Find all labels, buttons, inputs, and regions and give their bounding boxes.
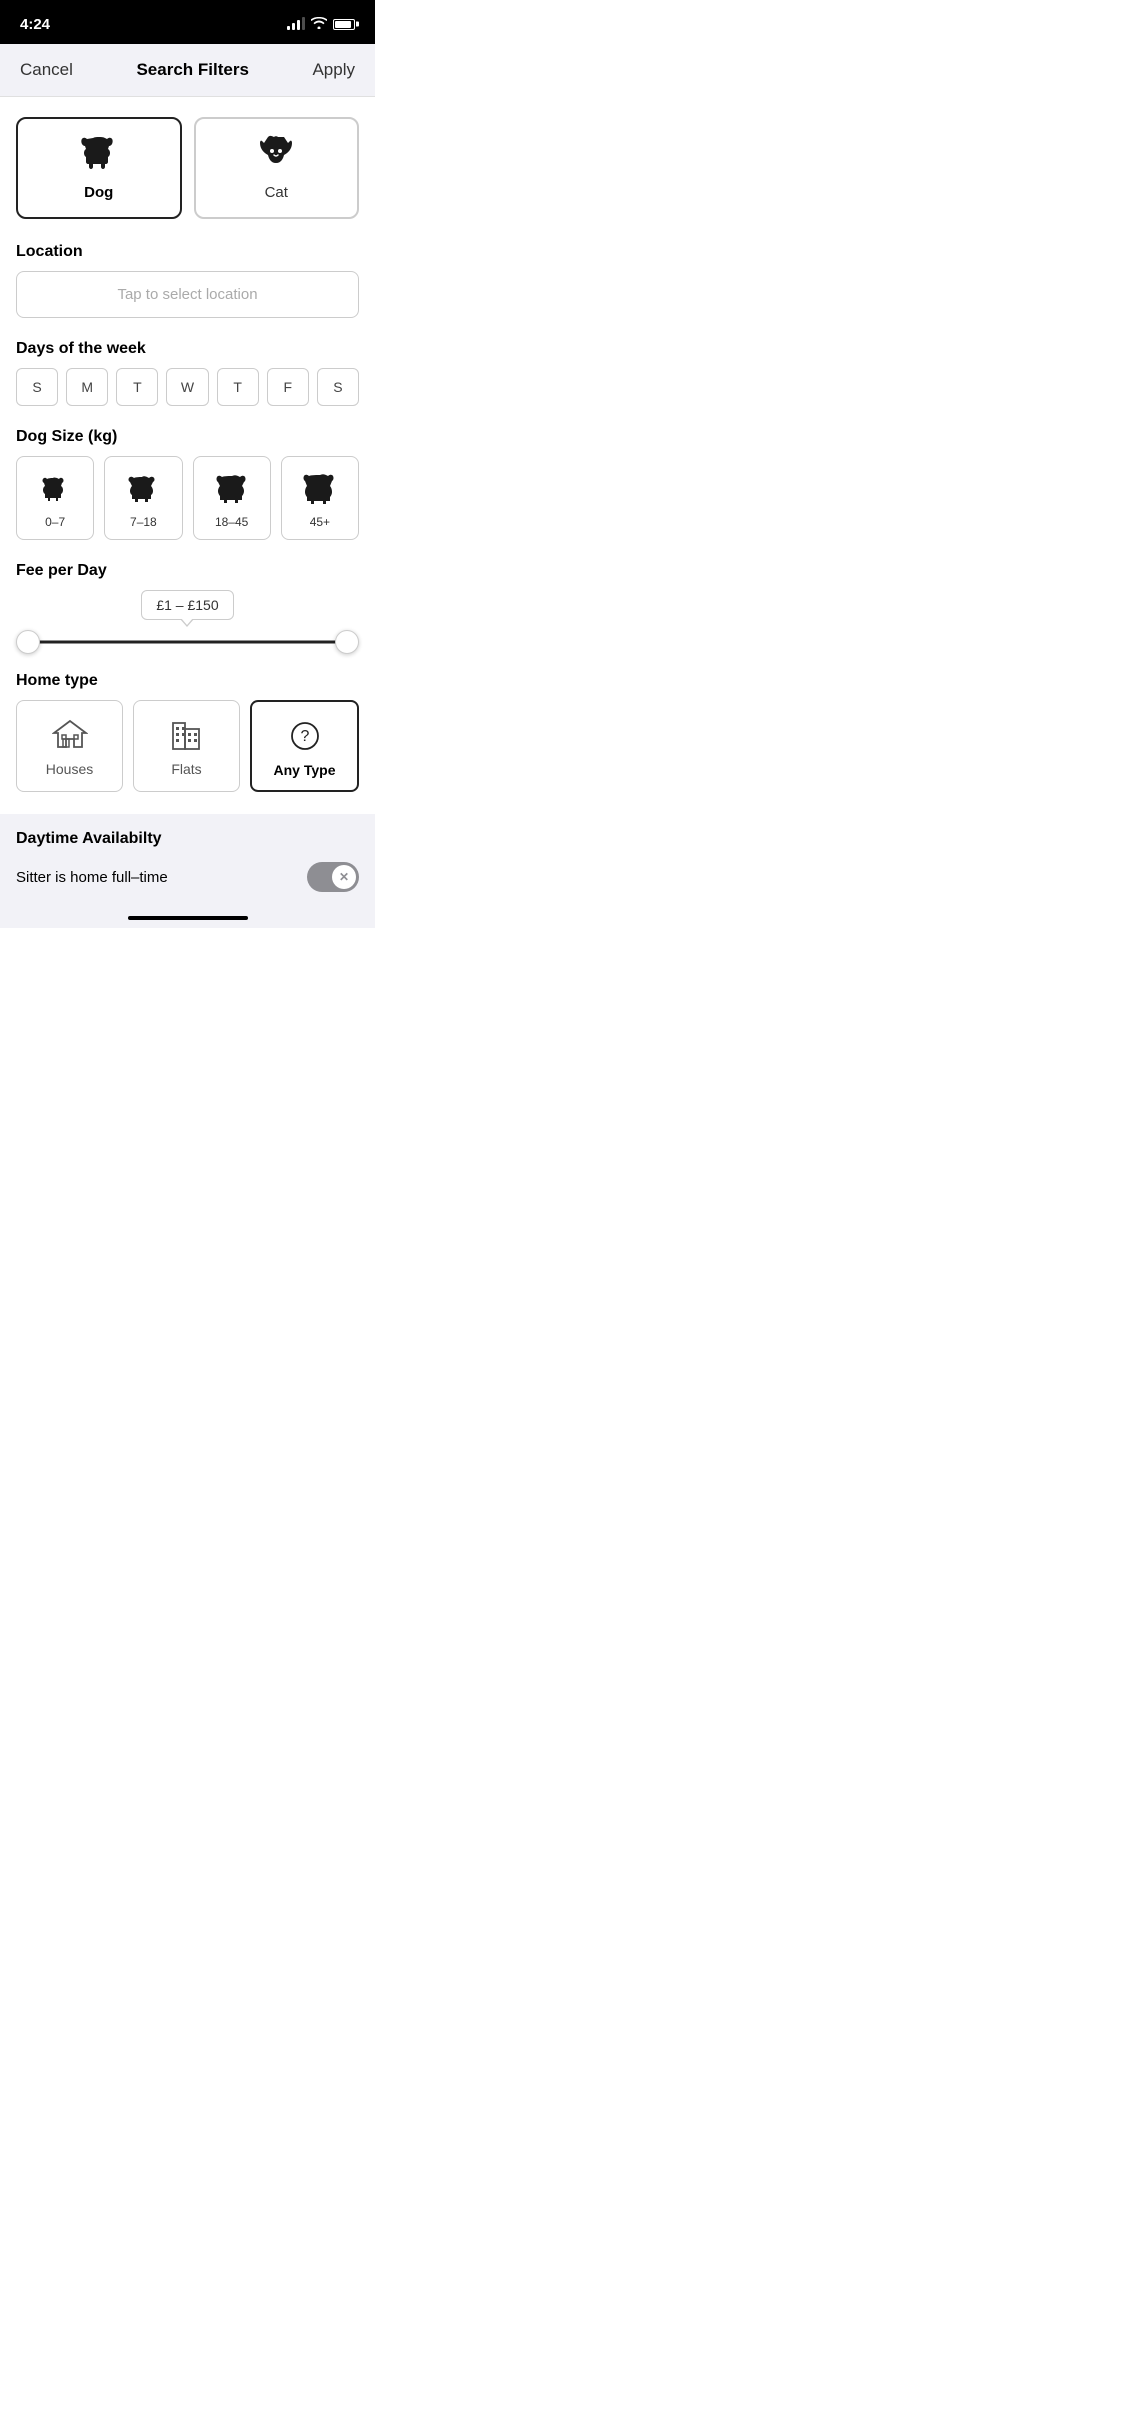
home-type-row: Houses Flats [16,700,359,792]
flats-label: Flats [171,761,201,777]
home-indicator [16,908,359,928]
medium-dog-icon [125,471,161,507]
any-type-icon: ? [287,718,323,754]
status-icons [287,17,355,32]
fee-display: £1 – £150 [141,590,233,620]
toggle-x-icon: ✕ [332,865,356,889]
dog-size-label: Dog Size (kg) [16,428,359,446]
pet-type-selector: Dog Cat [16,117,359,219]
day-wednesday[interactable]: W [166,368,208,406]
dog-size-row: 0–7 7–18 18–45 45+ [16,456,359,540]
size-large[interactable]: 18–45 [193,456,271,540]
status-bar: 4:24 [0,0,375,44]
any-type-label: Any Type [274,762,336,778]
main-content: Dog Cat Location Tap to select location … [0,97,375,948]
home-indicator-bar [128,916,248,920]
sitter-home-toggle[interactable]: ✕ [307,862,359,892]
location-input[interactable]: Tap to select location [16,271,359,318]
signal-icon [287,18,305,30]
daytime-title: Daytime Availabilty [16,830,359,848]
xlarge-dog-icon [302,471,338,507]
house-icon [52,717,88,753]
cat-icon [256,135,296,176]
sitter-home-text: Sitter is home full–time [16,869,168,886]
slider-track [28,641,347,644]
daytime-section: Daytime Availabilty Sitter is home full–… [0,814,375,928]
location-label: Location [16,243,359,261]
daytime-row: Sitter is home full–time ✕ [16,862,359,908]
size-xlarge[interactable]: 45+ [281,456,359,540]
dog-size-section: Dog Size (kg) 0–7 7–18 18–45 [16,428,359,540]
day-sunday[interactable]: S [16,368,58,406]
home-type-flats[interactable]: Flats [133,700,240,792]
day-thursday[interactable]: T [217,368,259,406]
svg-text:?: ? [300,728,309,745]
day-monday[interactable]: M [66,368,108,406]
home-type-any[interactable]: ? Any Type [250,700,359,792]
pet-option-dog[interactable]: Dog [16,117,182,219]
fee-slider[interactable] [16,628,359,656]
status-time: 4:24 [20,16,50,33]
dog-label: Dog [84,184,113,201]
size-medium[interactable]: 7–18 [104,456,182,540]
nav-bar: Cancel Search Filters Apply [0,44,375,97]
apply-button[interactable]: Apply [312,60,355,80]
day-tuesday[interactable]: T [116,368,158,406]
slider-thumb-min[interactable] [16,630,40,654]
pet-option-cat[interactable]: Cat [194,117,360,219]
fee-section: Fee per Day £1 – £150 [16,562,359,656]
days-section: Days of the week S M T W T F S [16,340,359,406]
dog-icon [79,135,119,176]
size-large-label: 18–45 [215,515,248,529]
home-type-label: Home type [16,672,359,690]
location-section: Location Tap to select location [16,243,359,318]
wifi-icon [311,17,327,32]
cancel-button[interactable]: Cancel [20,60,73,80]
size-small[interactable]: 0–7 [16,456,94,540]
small-dog-icon [37,471,73,507]
home-type-section: Home type Houses [16,672,359,792]
size-small-label: 0–7 [45,515,65,529]
day-saturday[interactable]: S [317,368,359,406]
page-title: Search Filters [136,60,248,80]
day-friday[interactable]: F [267,368,309,406]
size-medium-label: 7–18 [130,515,157,529]
cat-label: Cat [265,184,288,201]
home-type-houses[interactable]: Houses [16,700,123,792]
flats-icon [169,717,205,753]
size-xlarge-label: 45+ [310,515,330,529]
days-row: S M T W T F S [16,368,359,406]
fee-label: Fee per Day [16,562,359,580]
houses-label: Houses [46,761,93,777]
battery-icon [333,19,355,30]
fee-tooltip: £1 – £150 [16,590,359,620]
days-label: Days of the week [16,340,359,358]
large-dog-icon [214,471,250,507]
slider-thumb-max[interactable] [335,630,359,654]
